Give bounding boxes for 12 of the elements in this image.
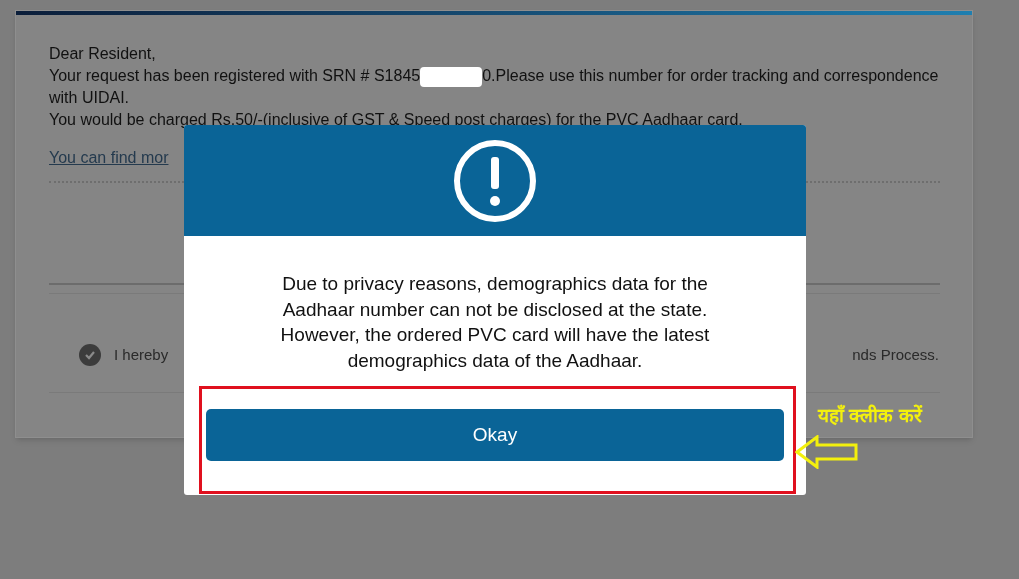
consent-text: nds Process.: [852, 345, 939, 365]
checkmark-icon[interactable]: [79, 344, 101, 366]
arrow-icon: [795, 435, 859, 469]
warning-icon: [453, 138, 537, 223]
dialog-message: Due to privacy reasons, demographics data for the Aadhaar number can not be disclosed at the state. However, the ordered PVC card will have the latest demographics data of the Aadhaar.: [279, 272, 711, 373]
annotation-label: यहाँ क्लीक करें: [818, 403, 922, 428]
srn-message: Your request has been registered with SRN # S1845 0.Please use this number for order tracking and correspondence with UIDAI.: [49, 65, 939, 108]
redaction-block: [420, 66, 483, 87]
okay-button[interactable]: Okay: [206, 409, 784, 461]
consent-text: I hereby: [114, 345, 169, 365]
more-info-link[interactable]: You can find mor: [49, 147, 169, 169]
greeting-text: Dear Resident,: [49, 44, 157, 64]
